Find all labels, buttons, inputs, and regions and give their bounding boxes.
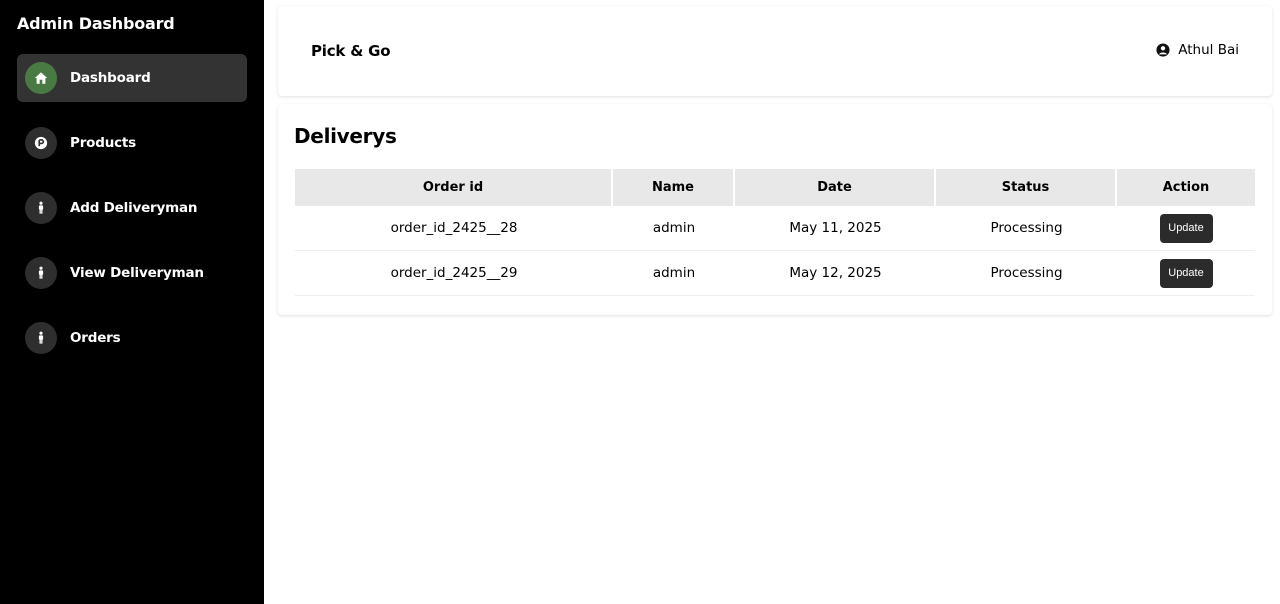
date-cell: May 12, 2025	[735, 251, 936, 296]
action-cell: Update	[1117, 251, 1255, 296]
update-button[interactable]: Update	[1159, 213, 1213, 243]
sidebar-item-label: Orders	[70, 330, 121, 346]
name-cell: admin	[613, 251, 735, 296]
action-cell: Update	[1117, 206, 1255, 251]
sidebar-item-orders[interactable]: Orders	[17, 314, 247, 362]
user-name: Athul Bai	[1178, 42, 1239, 58]
person-icon	[25, 192, 57, 224]
sidebar-item-label: Add Deliveryman	[70, 200, 198, 216]
sidebar-item-label: Products	[70, 135, 136, 151]
sidebar: Admin Dashboard Dashboard Products Add D…	[0, 0, 264, 604]
deliveries-panel: Deliverys Order id Name Date Status Acti…	[278, 104, 1272, 315]
table-row: order_id_2425__29 admin May 12, 2025 Pro…	[295, 251, 1255, 296]
user-menu[interactable]: Athul Bai	[1156, 42, 1239, 58]
user-circle-icon	[1156, 43, 1170, 57]
top-header: Pick & Go Athul Bai	[278, 6, 1272, 96]
status-cell: Processing	[936, 206, 1117, 251]
name-cell: admin	[613, 206, 735, 251]
table-header-row: Order id Name Date Status Action	[295, 169, 1255, 206]
column-header-action: Action	[1117, 169, 1255, 206]
sidebar-item-label: Dashboard	[70, 70, 151, 86]
order-id-cell: order_id_2425__29	[295, 251, 613, 296]
update-button[interactable]: Update	[1159, 258, 1213, 288]
home-icon	[25, 62, 57, 94]
sidebar-item-label: View Deliveryman	[70, 265, 204, 281]
product-icon	[25, 127, 57, 159]
date-cell: May 11, 2025	[735, 206, 936, 251]
column-header-name: Name	[613, 169, 735, 206]
page-title: Deliverys	[294, 124, 397, 148]
order-id-cell: order_id_2425__28	[295, 206, 613, 251]
status-cell: Processing	[936, 251, 1117, 296]
deliveries-table: Order id Name Date Status Action order_i…	[295, 169, 1255, 296]
brand-name: Pick & Go	[311, 42, 391, 60]
column-header-date: Date	[735, 169, 936, 206]
table-row: order_id_2425__28 admin May 11, 2025 Pro…	[295, 206, 1255, 251]
sidebar-item-dashboard[interactable]: Dashboard	[17, 54, 247, 102]
person-icon	[25, 257, 57, 289]
sidebar-item-products[interactable]: Products	[17, 119, 247, 167]
person-icon	[25, 322, 57, 354]
sidebar-item-add-deliveryman[interactable]: Add Deliveryman	[17, 184, 247, 232]
column-header-order-id: Order id	[295, 169, 613, 206]
sidebar-item-view-deliveryman[interactable]: View Deliveryman	[17, 249, 247, 297]
sidebar-title: Admin Dashboard	[17, 14, 175, 33]
column-header-status: Status	[936, 169, 1117, 206]
